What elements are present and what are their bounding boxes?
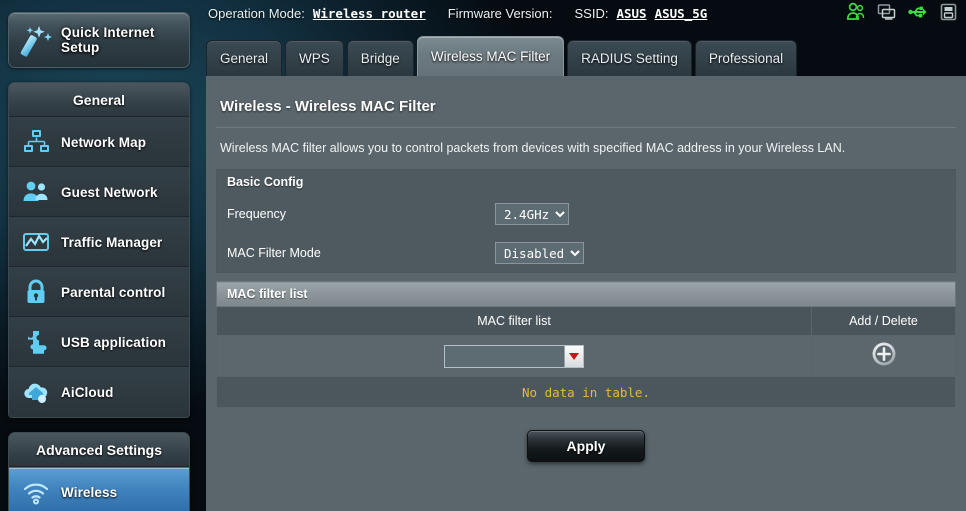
tab-general[interactable]: General	[206, 40, 283, 76]
frequency-select[interactable]: 2.4GHz	[495, 203, 569, 225]
mac-input-cell	[216, 335, 812, 377]
frequency-row: Frequency 2.4GHz	[216, 194, 956, 234]
mac-filter-list-column-headers: MAC filter list Add / Delete	[216, 306, 956, 336]
mac-filter-mode-row: MAC Filter Mode Disabled	[216, 233, 956, 273]
tab-bar: General WPS Bridge Wireless MAC Filter R…	[206, 36, 800, 76]
operation-mode-value[interactable]: Wireless router	[313, 6, 426, 21]
ssid-value-5g[interactable]: ASUS_5G	[655, 6, 708, 21]
operation-mode-label: Operation Mode:	[208, 5, 305, 21]
network-map-icon	[17, 123, 55, 161]
sidebar-item-guest-network[interactable]: Guest Network	[9, 167, 189, 217]
mac-address-combobox[interactable]	[444, 344, 584, 368]
sidebar-item-label: AiCloud	[61, 385, 114, 400]
tab-professional[interactable]: Professional	[694, 40, 798, 76]
status-header: Operation Mode: Wireless router Firmware…	[196, 0, 966, 26]
sidebar-item-parental-control[interactable]: Parental control	[9, 267, 189, 317]
header-icon-group	[846, 2, 958, 22]
sidebar-item-label: Parental control	[61, 284, 166, 300]
sidebar-group-general: General Network Map Guest Network Traffi…	[8, 82, 190, 418]
tab-radius-setting[interactable]: RADIUS Setting	[567, 40, 692, 76]
traffic-manager-icon	[17, 223, 55, 261]
router-admin-ui: Quick Internet Setup General Network Map…	[0, 0, 966, 511]
printer-icon[interactable]	[939, 2, 958, 22]
mac-address-input[interactable]	[445, 345, 564, 367]
sidebar-item-label: Wireless	[61, 484, 118, 500]
tab-wps[interactable]: WPS	[285, 40, 344, 76]
firmware-version-label: Firmware Version:	[447, 5, 553, 21]
column-header-add-delete: Add / Delete	[811, 306, 956, 336]
add-cell	[811, 335, 956, 377]
add-mac-button[interactable]	[871, 341, 897, 367]
devices-icon[interactable]	[877, 2, 896, 22]
sidebar-item-traffic-manager[interactable]: Traffic Manager	[9, 217, 189, 267]
sidebar-item-aicloud[interactable]: AiCloud	[9, 367, 189, 417]
basic-config-table: Basic Config Frequency 2.4GHz MAC Filter…	[216, 169, 956, 273]
page-title: Wireless - Wireless MAC Filter	[216, 90, 956, 128]
basic-config-title: Basic Config	[216, 169, 956, 195]
wireless-icon	[17, 473, 55, 511]
sidebar-group-advanced-settings: Advanced Settings Wireless	[8, 432, 190, 511]
sidebar-item-label: Traffic Manager	[61, 234, 163, 250]
plus-circle-icon	[872, 342, 895, 365]
sidebar-item-wireless[interactable]: Wireless	[9, 467, 189, 511]
ssid-label: SSID:	[574, 5, 609, 21]
sidebar-group-title-advanced: Advanced Settings	[9, 433, 189, 467]
no-data-message: No data in table.	[216, 376, 956, 408]
content-panel: Wireless - Wireless MAC Filter Wireless …	[206, 76, 966, 511]
tab-wireless-mac-filter[interactable]: Wireless MAC Filter	[416, 36, 565, 76]
sidebar: Quick Internet Setup General Network Map…	[0, 0, 196, 511]
mac-filter-list-table: MAC filter list MAC filter list Add / De…	[216, 281, 956, 408]
apply-button-container: Apply	[216, 408, 956, 462]
page-description: Wireless MAC filter allows you to contro…	[220, 141, 846, 155]
parental-control-icon	[17, 273, 55, 311]
magic-wand-icon	[15, 17, 61, 63]
table-row	[216, 335, 956, 377]
usb-icon[interactable]	[908, 2, 927, 22]
sidebar-item-network-map[interactable]: Network Map	[9, 117, 189, 167]
triangle-down-icon	[569, 352, 579, 360]
clients-icon[interactable]	[846, 2, 865, 22]
ssid-value-2g[interactable]: ASUS	[616, 6, 646, 21]
apply-button[interactable]: Apply	[527, 430, 645, 462]
quick-internet-setup-label: Quick Internet Setup	[61, 25, 155, 55]
guest-network-icon	[17, 173, 55, 211]
sidebar-item-label: USB application	[61, 334, 167, 350]
column-header-mac-filter-list: MAC filter list	[216, 306, 812, 336]
sidebar-item-label: Network Map	[61, 134, 147, 150]
frequency-label: Frequency	[216, 194, 483, 234]
basic-config-section-header: Basic Config	[216, 169, 956, 195]
quick-internet-setup-button[interactable]: Quick Internet Setup	[8, 12, 190, 68]
mac-filter-list-section-header: MAC filter list	[216, 281, 956, 307]
mac-filter-mode-select[interactable]: Disabled	[495, 242, 584, 264]
mac-filter-list-title: MAC filter list	[216, 281, 956, 307]
sidebar-item-usb-application[interactable]: USB application	[9, 317, 189, 367]
mac-address-dropdown-button[interactable]	[564, 345, 583, 367]
mac-filter-mode-label: MAC Filter Mode	[216, 233, 483, 273]
usb-application-icon	[17, 323, 55, 361]
sidebar-item-label: Guest Network	[61, 184, 158, 200]
aicloud-icon	[17, 374, 55, 412]
sidebar-group-title-general: General	[9, 83, 189, 117]
tab-bridge[interactable]: Bridge	[346, 40, 414, 76]
empty-state-row: No data in table.	[216, 376, 956, 408]
